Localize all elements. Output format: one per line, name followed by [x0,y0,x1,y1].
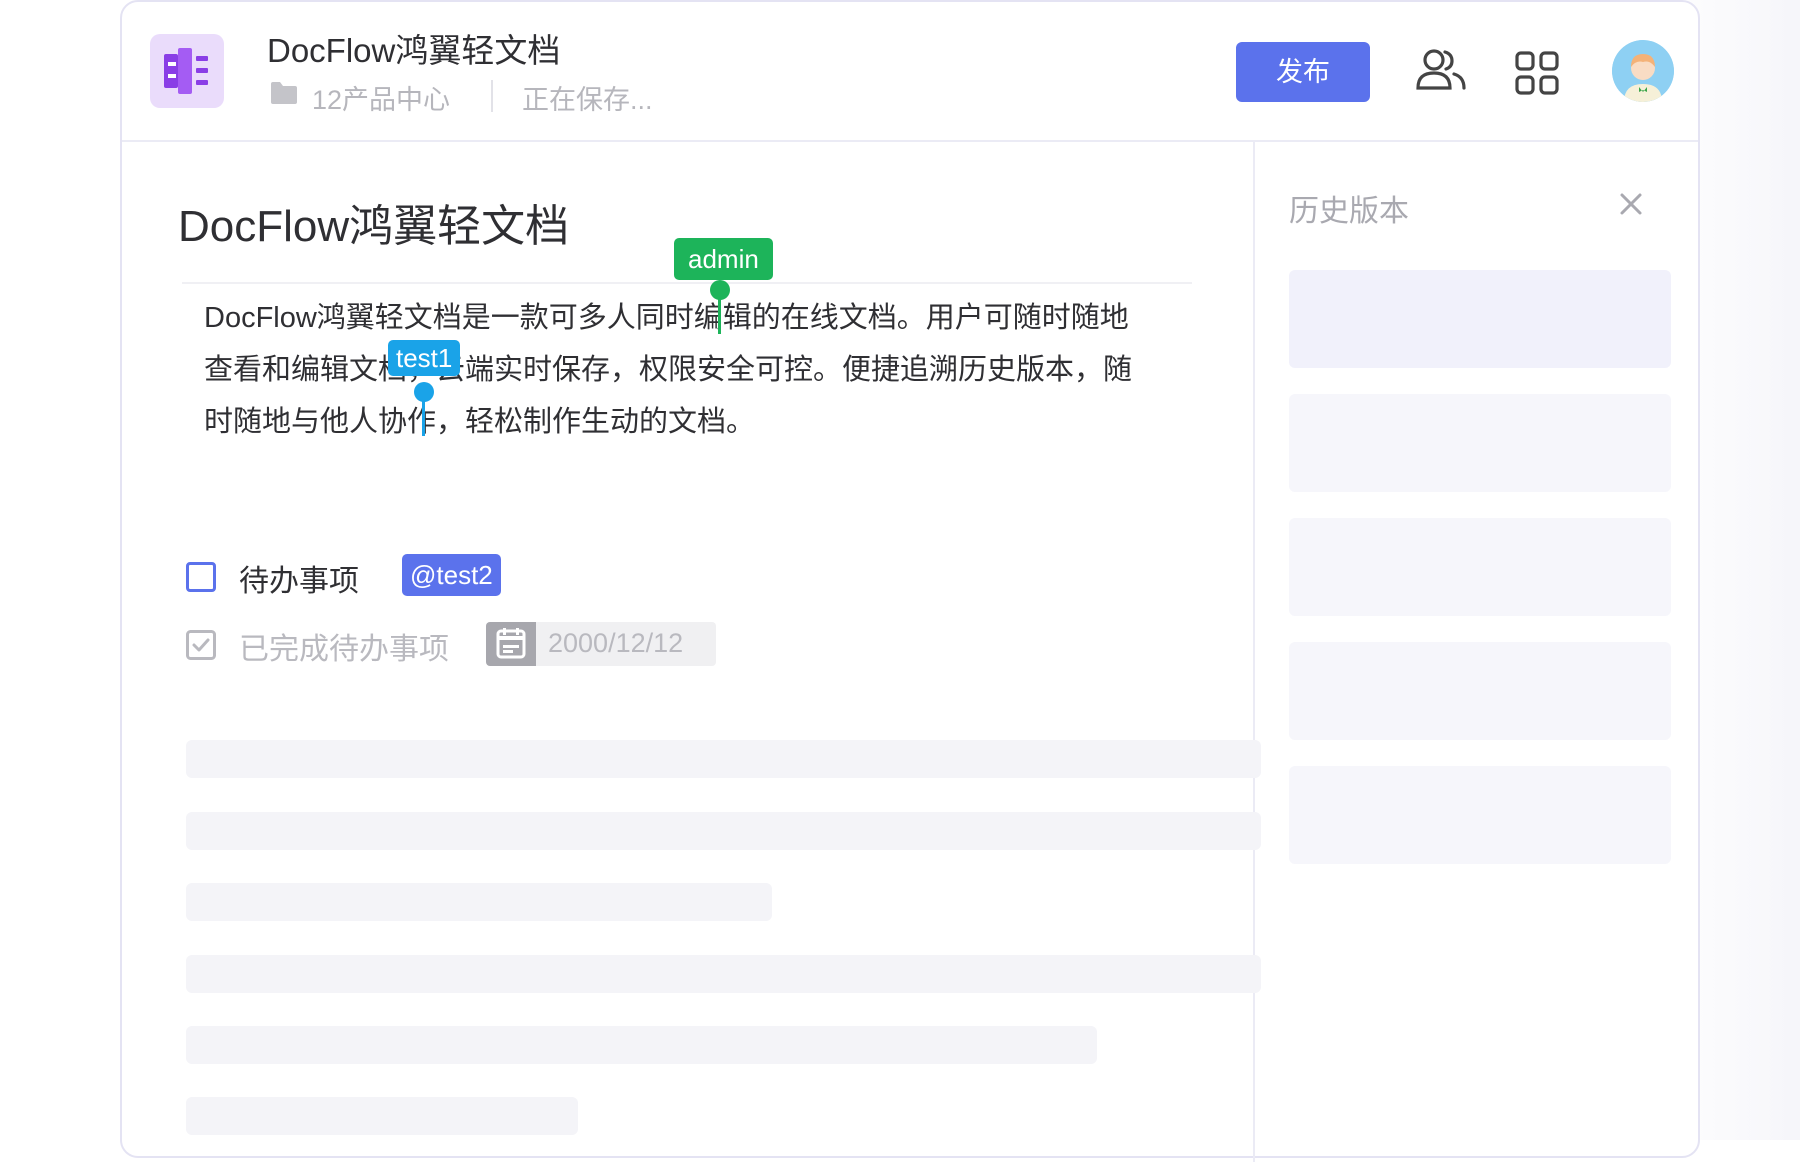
history-version-item[interactable] [1289,766,1671,864]
test1-cursor-tag: test1 [388,340,461,376]
done-checkbox[interactable] [186,630,216,665]
todo-checkbox[interactable] [186,562,216,592]
paragraph-line[interactable]: 查看和编辑文档，云端实时保存，权限安全可控。便捷追溯历史版本，随 [204,346,1132,388]
paragraph-line[interactable]: 时随地与他人协作，轻松制作生动的文档。 [204,398,755,440]
header-divider [491,80,493,112]
history-version-item[interactable] [1289,518,1671,616]
editor-area[interactable]: DocFlow鸿翼轻文档 DocFlow鸿翼轻文档是一款可多人同时编辑的在线文档… [122,142,1261,1162]
skeleton-line [186,883,772,921]
header-bar: DocFlow鸿翼轻文档 12产品中心 正在保存... 发布 [122,2,1698,142]
app-window: DocFlow鸿翼轻文档 12产品中心 正在保存... 发布 DocFlow鸿翼… [120,0,1700,1162]
user-avatar[interactable] [1612,40,1674,102]
folder-icon [269,80,299,111]
close-icon[interactable] [1619,192,1643,221]
members-icon[interactable] [1414,46,1468,99]
apps-grid-icon[interactable] [1514,50,1560,101]
publish-button[interactable]: 发布 [1236,42,1370,102]
folder-breadcrumb[interactable]: 12产品中心 [312,78,450,117]
skeleton-line [186,1097,578,1135]
admin-cursor-tag: admin [674,238,773,280]
date-chip[interactable]: 2000/12/12 [486,622,716,666]
editor-title[interactable]: DocFlow鸿翼轻文档 [178,190,569,254]
done-todo-label[interactable]: 已完成待办事项 [239,624,449,668]
due-date: 2000/12/12 [548,628,684,658]
history-title: 历史版本 [1289,195,1409,228]
history-version-item[interactable] [1289,270,1671,368]
skeleton-line [186,740,1261,778]
paragraph-line[interactable]: DocFlow鸿翼轻文档是一款可多人同时编辑的在线文档。用户可随时随地 [204,294,1129,336]
skeleton-line [186,1026,1097,1064]
doc-title[interactable]: DocFlow鸿翼轻文档 [267,24,560,72]
test1-cursor-line [422,392,425,436]
history-panel: 历史版本 [1255,142,1700,1162]
skeleton-line [186,955,1261,993]
save-status: 正在保存... [522,85,653,115]
history-version-item[interactable] [1289,642,1671,740]
mention-tag[interactable]: @test2 [402,554,501,596]
admin-cursor-line [718,290,721,334]
calendar-icon [486,622,536,666]
todo-label[interactable]: 待办事项 [239,556,359,600]
docflow-logo-icon [150,34,224,108]
title-divider [182,282,1192,284]
history-version-item[interactable] [1289,394,1671,492]
skeleton-line [186,812,1261,850]
